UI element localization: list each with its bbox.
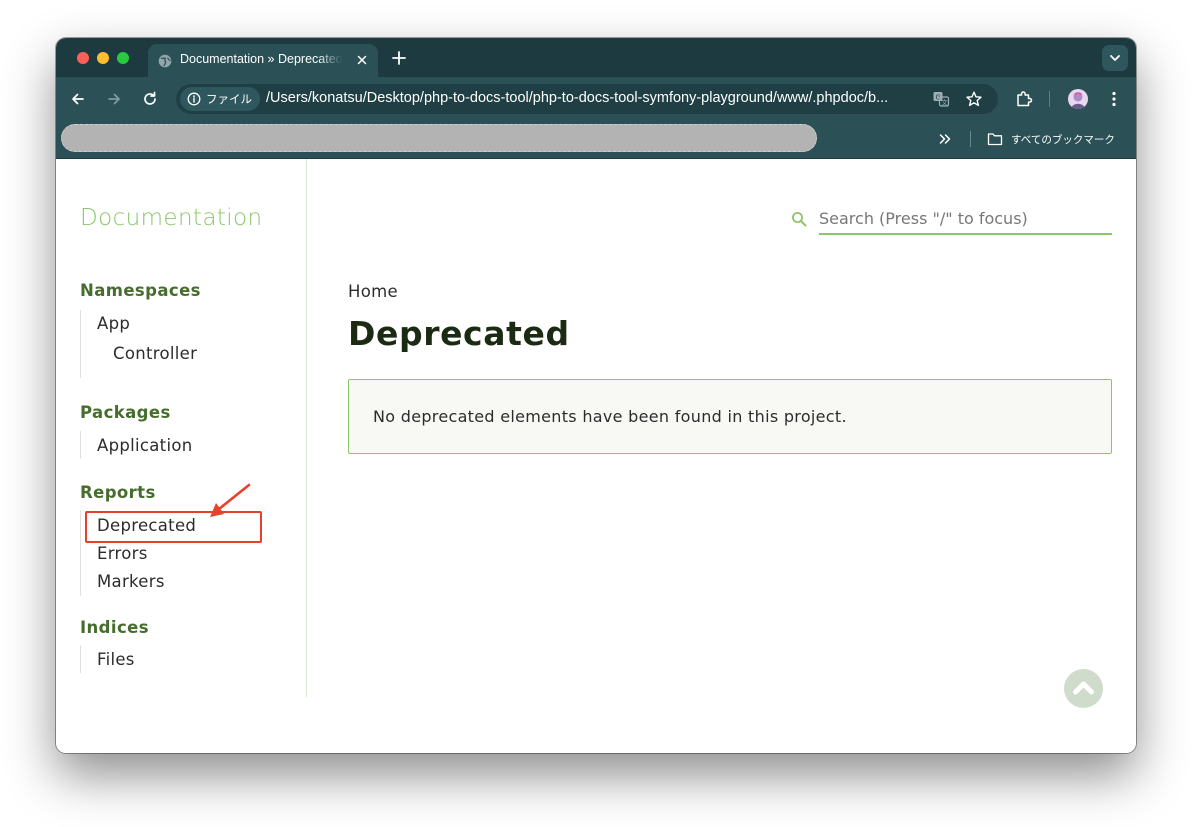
search-input[interactable] bbox=[819, 203, 1112, 235]
tab-title: Documentation » Deprecated bbox=[180, 52, 342, 66]
chevron-up-icon bbox=[1073, 681, 1094, 695]
close-tab-icon[interactable] bbox=[354, 52, 370, 68]
site-info-chip[interactable]: ファイル bbox=[180, 87, 260, 111]
notice-text: No deprecated elements have been found i… bbox=[373, 407, 847, 426]
nav-link-errors[interactable]: Errors bbox=[97, 544, 148, 563]
browser-window: Documentation » Deprecated ファイル /Users/k… bbox=[56, 38, 1136, 753]
section-title-indices: Indices bbox=[80, 618, 149, 637]
double-chevron-right-icon[interactable] bbox=[938, 132, 952, 146]
new-tab-plus-icon[interactable] bbox=[390, 49, 408, 67]
avatar-image-icon bbox=[1071, 92, 1085, 109]
bookmarks-bar: すべてのブックマーク bbox=[56, 121, 1136, 159]
tab-search-button[interactable] bbox=[1102, 45, 1128, 71]
info-icon bbox=[187, 92, 201, 106]
indices-list: Files bbox=[80, 645, 134, 673]
translate-icon[interactable]: G 文 bbox=[932, 90, 950, 108]
profile-avatar[interactable] bbox=[1068, 89, 1088, 109]
all-bookmarks-label[interactable]: すべてのブックマーク bbox=[1011, 132, 1115, 147]
nav-link-markers[interactable]: Markers bbox=[97, 572, 165, 591]
chevron-down-icon bbox=[1110, 55, 1120, 61]
extensions-puzzle-icon[interactable] bbox=[1014, 89, 1034, 109]
annotation-arrow-icon bbox=[210, 483, 251, 517]
section-title-reports: Reports bbox=[80, 483, 156, 502]
globe-icon bbox=[158, 54, 172, 68]
back-arrow-icon[interactable] bbox=[69, 90, 87, 108]
page-content: Documentation Namespaces App Controller … bbox=[56, 159, 1136, 753]
search-icon bbox=[792, 212, 807, 227]
page-title: Deprecated bbox=[348, 314, 570, 353]
close-window-button[interactable] bbox=[77, 52, 89, 64]
reports-list: Deprecated Errors Markers bbox=[80, 510, 196, 596]
nav-link-app[interactable]: App bbox=[97, 314, 130, 333]
zoom-window-button[interactable] bbox=[117, 52, 129, 64]
section-title-packages: Packages bbox=[80, 403, 171, 422]
nav-link-controller[interactable]: Controller bbox=[113, 344, 197, 363]
deprecated-notice-box: No deprecated elements have been found i… bbox=[348, 379, 1112, 454]
breadcrumb-home[interactable]: Home bbox=[348, 282, 398, 301]
more-options-kebab-icon[interactable] bbox=[1104, 89, 1124, 109]
tab-strip: Documentation » Deprecated bbox=[56, 38, 1136, 77]
bookmark-star-icon[interactable] bbox=[965, 90, 983, 108]
back-to-top-button[interactable] bbox=[1064, 669, 1103, 708]
svg-text:文: 文 bbox=[941, 98, 948, 107]
minimize-window-button[interactable] bbox=[97, 52, 109, 64]
nav-link-files[interactable]: Files bbox=[97, 650, 135, 669]
redacted-bookmarks bbox=[61, 124, 817, 152]
nav-link-application[interactable]: Application bbox=[97, 436, 193, 455]
browser-toolbar: ファイル /Users/konatsu/Desktop/php-to-docs-… bbox=[56, 77, 1136, 121]
url-text[interactable]: /Users/konatsu/Desktop/php-to-docs-tool/… bbox=[266, 90, 926, 108]
folder-icon bbox=[987, 133, 1003, 146]
address-bar[interactable]: ファイル /Users/konatsu/Desktop/php-to-docs-… bbox=[176, 84, 998, 114]
sidebar: Documentation Namespaces App Controller … bbox=[56, 159, 307, 697]
forward-arrow-icon[interactable] bbox=[105, 90, 123, 108]
site-info-label: ファイル bbox=[206, 94, 252, 106]
toolbar-separator bbox=[1049, 91, 1050, 107]
active-tab[interactable]: Documentation » Deprecated bbox=[148, 44, 378, 77]
section-title-namespaces: Namespaces bbox=[80, 281, 201, 300]
reload-icon[interactable] bbox=[141, 90, 159, 108]
packages-list: Application bbox=[80, 431, 192, 459]
namespaces-list: App Controller bbox=[80, 310, 197, 378]
brand-title[interactable]: Documentation bbox=[80, 205, 263, 231]
bookmarks-separator bbox=[970, 131, 971, 147]
